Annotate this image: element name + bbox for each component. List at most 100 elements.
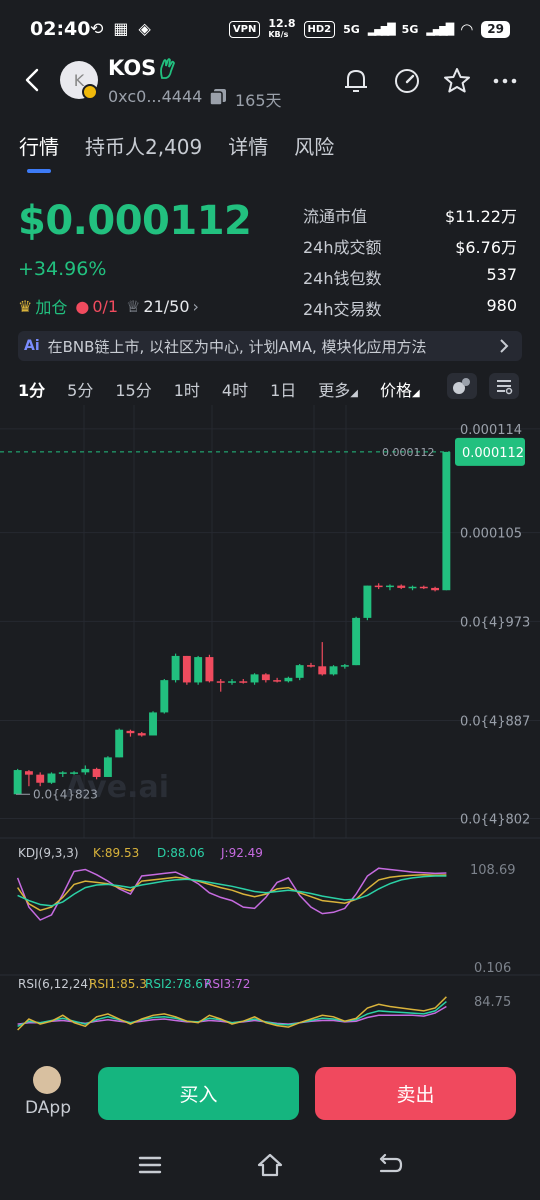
interval-more[interactable]: 更多◢ — [318, 377, 358, 401]
candle-body — [103, 757, 112, 777]
candle-body — [307, 665, 315, 667]
candle-body — [36, 774, 45, 783]
menu-nav-icon[interactable] — [135, 1150, 165, 1180]
interval-4h[interactable]: 4时 — [222, 377, 248, 401]
chain-badge-icon — [82, 84, 98, 100]
kdj-d-label: D:88.06 — [157, 846, 205, 860]
candle-body — [81, 768, 90, 773]
y-tick-label: 0.0{4}802 — [460, 812, 530, 827]
candle-body — [295, 665, 304, 678]
price-change: +34.96% — [18, 258, 107, 280]
candle-body — [205, 657, 214, 682]
candle-body — [431, 587, 440, 591]
signal-2: 5G — [401, 22, 419, 36]
buy-button[interactable]: 买入 — [98, 1067, 299, 1120]
tab-market[interactable]: 行情 — [19, 131, 59, 160]
rsi-label: RSI(6,12,24) — [18, 977, 93, 991]
candle-body — [397, 585, 406, 588]
vpn-badge: VPN — [228, 20, 261, 38]
candle-body — [228, 681, 236, 683]
back-arrow-icon[interactable] — [20, 66, 48, 94]
interval-1d[interactable]: 1日 — [270, 377, 296, 401]
low-marker-label: 0.0{4}823 — [33, 787, 98, 801]
tab-holders[interactable]: 持币人2,409 — [85, 131, 202, 160]
rsi1-label: RSI1:85.3 — [89, 977, 147, 991]
y-tick-label: 0.0{4}887 — [460, 714, 530, 729]
candle-body — [273, 680, 282, 682]
candle-body — [194, 657, 203, 683]
candle-body — [386, 585, 394, 588]
kdj-bottom-value: 0.106 — [474, 961, 511, 976]
candle-body — [216, 681, 225, 683]
candle-body — [284, 677, 293, 682]
app-icon: ◈ — [138, 19, 151, 38]
indicator-toggle-button[interactable] — [447, 373, 477, 399]
add-position-chip[interactable]: ♛ 加仓 — [18, 294, 67, 318]
action-chips: ♛ 加仓 ● 0/1 ♕ 21/50 › — [18, 294, 199, 318]
candle-body — [374, 585, 383, 588]
price-chart[interactable]: Ave.ai 0.0001140.0001050.0{4}9730.0{4}88… — [0, 405, 540, 1050]
candle-body — [58, 772, 67, 774]
candle-body — [239, 681, 248, 683]
sell-button[interactable]: 卖出 — [315, 1067, 516, 1120]
dapp-label[interactable]: DApp — [25, 1098, 71, 1118]
y-axis-ticks: 0.000114 0.000105 0.0{4}973 0.0{4}887 0.0{4}… — [460, 423, 530, 828]
candle-body — [126, 730, 135, 734]
price-mode-select[interactable]: 价格◢ — [380, 377, 420, 401]
bag-chip[interactable]: ● 0/1 — [75, 294, 118, 318]
settings-sliders-icon — [497, 380, 513, 395]
last-price-tag-label: 0.000112 — [462, 446, 524, 461]
candle-body — [261, 674, 270, 681]
crown-chip[interactable]: ♕ 21/50 › — [126, 294, 199, 318]
candle-body — [137, 733, 146, 736]
active-tab-indicator — [27, 169, 51, 173]
interval-1m[interactable]: 1分 — [18, 377, 45, 401]
chart-settings-button[interactable] — [489, 373, 519, 399]
interval-1h[interactable]: 1时 — [174, 377, 200, 401]
rsi2-label: RSI2:78.67 — [145, 977, 211, 991]
chevron-right-icon — [500, 339, 509, 353]
candle-body — [24, 771, 33, 775]
interval-5m[interactable]: 5分 — [67, 377, 93, 401]
candle-body — [92, 768, 101, 777]
chevron-right-icon: › — [192, 296, 199, 316]
candle-body — [419, 586, 428, 589]
kdj-j-line — [16, 867, 447, 921]
ai-summary-banner[interactable]: Ai 在BNB链上市, 以社区为中心, 计划AMA, 模块化应用方法 — [18, 331, 522, 361]
candle-body — [408, 586, 417, 589]
candles — [13, 451, 451, 795]
candle-body — [160, 680, 169, 713]
app-notification-icon: ▦ — [113, 19, 129, 38]
candle-body — [352, 617, 361, 666]
hd-badge: HD2 — [303, 20, 336, 38]
candle-body — [318, 666, 327, 675]
back-nav-icon[interactable] — [375, 1150, 405, 1180]
tab-risk[interactable]: 风险 — [294, 131, 334, 160]
star-icon[interactable] — [442, 66, 472, 96]
bell-icon[interactable] — [341, 66, 371, 96]
kdj-label: KDJ(9,3,3) — [18, 846, 79, 860]
low-price-marker: 0.0{4}823 — [16, 787, 98, 801]
candle-body — [47, 773, 56, 783]
sync-icon: ⟲ — [90, 19, 104, 38]
main-tabs: 行情 持币人2,409 详情 风险 — [19, 131, 334, 160]
tab-details[interactable]: 详情 — [228, 131, 268, 160]
candle-body — [329, 666, 338, 675]
candle-body — [115, 729, 124, 758]
home-nav-icon[interactable] — [255, 1150, 285, 1180]
kdj-k-line — [16, 873, 447, 912]
rsi-lines — [17, 996, 447, 1031]
battery-level: 29 — [481, 20, 510, 38]
interval-15m[interactable]: 15分 — [115, 377, 151, 401]
current-price: $0.000112 — [18, 198, 252, 244]
dapp-bunny-icon[interactable] — [33, 1066, 61, 1094]
status-time: 02:40 — [30, 18, 91, 40]
kdj-lines — [16, 867, 447, 921]
contract-address: 0xc0...4444 — [108, 87, 203, 106]
more-dots-icon[interactable] — [490, 66, 520, 96]
copy-icon[interactable] — [208, 87, 228, 107]
crown-icon: ♕ — [126, 296, 141, 316]
stat-row: 24h钱包数 537 — [303, 265, 517, 288]
y-tick-label: 0.000105 — [460, 527, 522, 542]
gauge-icon[interactable] — [392, 66, 422, 96]
